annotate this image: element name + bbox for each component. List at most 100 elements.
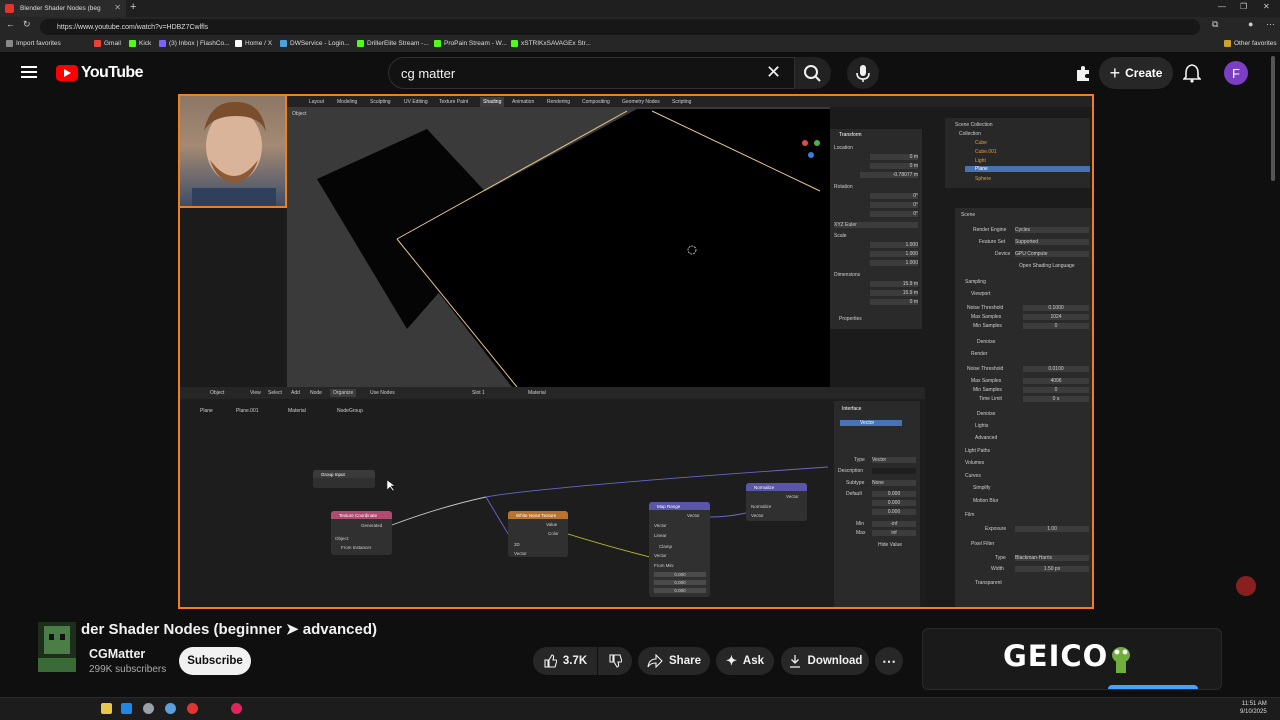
profile-icon[interactable]: ●	[1248, 19, 1253, 29]
dimension-select[interactable]: 3D	[514, 542, 520, 547]
dimension-x-field[interactable]: 15.9 m	[870, 281, 918, 287]
subtype-select[interactable]: None	[872, 480, 916, 486]
outliner-item[interactable]: Cube	[975, 140, 987, 146]
bookmark[interactable]: DWService - Login...	[280, 40, 350, 47]
denoise-label[interactable]: Denoise	[977, 339, 995, 345]
dimension-y-field[interactable]: 15.9 m	[870, 290, 918, 296]
bookmark[interactable]: Import favorites	[6, 40, 61, 47]
page-scrollbar[interactable]	[1271, 56, 1275, 181]
geico-ad-banner[interactable]: GEICO	[922, 628, 1222, 690]
render-engine-select[interactable]: Cycles	[1015, 227, 1089, 233]
group-input-node[interactable]: Group Input	[313, 470, 375, 488]
ask-button[interactable]: ✦ Ask	[716, 647, 774, 675]
interpolation-select[interactable]: Linear	[654, 533, 667, 538]
new-tab-icon[interactable]: +	[130, 1, 136, 13]
download-button[interactable]: Download	[781, 647, 869, 675]
outliner-item[interactable]: Cube.001	[975, 149, 997, 155]
close-window-icon[interactable]: ✕	[1263, 2, 1270, 11]
outliner-item-selected[interactable]: Plane	[965, 166, 1090, 172]
clamp-checkbox[interactable]: Clamp	[659, 544, 672, 549]
dimension-z-field[interactable]: 0 m	[870, 299, 918, 305]
channel-name[interactable]: CGMatter	[89, 647, 145, 661]
description-input[interactable]	[872, 468, 916, 474]
interface-socket-item[interactable]: Vector	[840, 420, 902, 426]
bookmark[interactable]: DrillerElite Stream -...	[357, 40, 429, 47]
outliner-item[interactable]: Collection	[959, 131, 981, 137]
channel-watermark-icon[interactable]	[1236, 576, 1256, 596]
lights-label[interactable]: Lights	[975, 423, 988, 429]
reload-icon[interactable]: ↻	[23, 19, 31, 30]
default-y-field[interactable]: 0.000	[872, 500, 916, 506]
location-x-field[interactable]: 0 m	[870, 154, 918, 160]
device-select[interactable]: GPU Compute	[1015, 251, 1089, 257]
filter-width-field[interactable]: 1.50 px	[1015, 566, 1089, 572]
volumes-label[interactable]: Volumes	[965, 460, 984, 466]
youtube-logo-icon[interactable]	[56, 65, 78, 81]
data-type-select[interactable]: Vector	[654, 523, 667, 528]
type-select[interactable]: Vector	[872, 457, 916, 463]
advanced-label[interactable]: Advanced	[975, 435, 997, 441]
hide-value-checkbox[interactable]: Hide Value	[878, 542, 902, 548]
more-actions-button[interactable]: ⋯	[875, 647, 903, 675]
texture-coordinate-node[interactable]: Texture Coordinate Generated Object: Fro…	[331, 511, 392, 555]
notifications-bell-icon[interactable]	[1183, 63, 1201, 83]
store-icon[interactable]	[121, 703, 132, 714]
time-limit-field[interactable]: 0 s	[1023, 396, 1089, 402]
settings-icon[interactable]	[143, 703, 154, 714]
youtube-wordmark[interactable]: YouTube	[81, 64, 143, 82]
extensions-icon[interactable]: ⧉	[1212, 19, 1218, 30]
browser-tab[interactable]: Blender Shader Nodes (beg ✕	[0, 0, 126, 17]
location-y-field[interactable]: 0 m	[870, 163, 918, 169]
app-icon[interactable]	[187, 703, 198, 714]
bookmark[interactable]: Kick	[129, 40, 151, 47]
white-noise-texture-node[interactable]: White Noise Texture Value Color 3D Vecto…	[508, 511, 568, 557]
bookmark[interactable]: (3) Inbox | FlashCo...	[159, 40, 230, 47]
from-min-z-field[interactable]: 0.000	[654, 588, 706, 593]
curves-label[interactable]: Curves	[965, 473, 981, 479]
search-button[interactable]	[795, 57, 831, 89]
outliner-item[interactable]: Sphere	[975, 176, 991, 182]
operation-select[interactable]: Normalize	[751, 504, 771, 509]
like-button[interactable]: 3.7K	[533, 647, 597, 675]
feature-set-select[interactable]: Supported	[1015, 239, 1089, 245]
viewport-min-samples-field[interactable]: 0	[1023, 323, 1089, 329]
outliner-item[interactable]: Light	[975, 158, 986, 164]
default-x-field[interactable]: 0.000	[872, 491, 916, 497]
tab-close-icon[interactable]: ✕	[114, 3, 121, 12]
rotation-z-field[interactable]: 0°	[870, 211, 918, 217]
bookmark[interactable]: ProPain Stream - W...	[434, 40, 507, 47]
search-input[interactable]: cg matter	[388, 57, 795, 89]
max-field[interactable]: inf	[872, 530, 916, 536]
from-min-y-field[interactable]: 0.000	[654, 580, 706, 585]
app-icon[interactable]	[231, 703, 242, 714]
file-explorer-icon[interactable]	[101, 703, 112, 714]
rotation-y-field[interactable]: 0°	[870, 202, 918, 208]
render-noise-threshold-field[interactable]: 0.0100	[1023, 366, 1089, 372]
extension-puzzle-icon[interactable]	[1074, 64, 1092, 82]
min-field[interactable]: -inf	[872, 521, 916, 527]
menu-icon[interactable]	[21, 66, 37, 78]
osl-checkbox[interactable]: Open Shading Language	[1019, 263, 1075, 269]
simplify-label[interactable]: Simplify	[973, 485, 991, 491]
ad-cta-button[interactable]	[1108, 685, 1198, 689]
bookmark[interactable]: Home / X	[235, 40, 272, 47]
rotation-mode-select[interactable]: XYZ Euler	[834, 222, 918, 228]
motion-blur-label[interactable]: Motion Blur	[973, 498, 998, 504]
video-player[interactable]: Layout Modeling Sculpting UV Editing Tex…	[178, 94, 1094, 609]
location-z-field[interactable]: -0.78077 m	[860, 172, 918, 178]
filter-type-select[interactable]: Blackman-Harris	[1015, 555, 1089, 561]
address-bar[interactable]: https://www.youtube.com/watch?v=HDBZ7Cwl…	[40, 19, 1200, 35]
other-favorites[interactable]: Other favorites	[1224, 40, 1277, 47]
menu-dots-icon[interactable]: ⋯	[1266, 19, 1275, 30]
bookmark[interactable]: Gmail	[94, 40, 121, 47]
bookmark[interactable]: xSTRIKxSAVAGEx Str...	[511, 40, 591, 47]
light-paths-label[interactable]: Light Paths	[965, 448, 990, 454]
from-min-x-field[interactable]: 0.000	[654, 572, 706, 577]
taskbar-clock[interactable]: 11:51 AM 9/10/2025	[1240, 700, 1267, 716]
scale-z-field[interactable]: 1.000	[870, 260, 918, 266]
denoise-label[interactable]: Denoise	[977, 411, 995, 417]
subscribe-button[interactable]: Subscribe	[179, 647, 251, 675]
channel-avatar[interactable]	[38, 622, 76, 672]
minimize-icon[interactable]: —	[1218, 2, 1226, 11]
steam-icon[interactable]	[165, 703, 176, 714]
